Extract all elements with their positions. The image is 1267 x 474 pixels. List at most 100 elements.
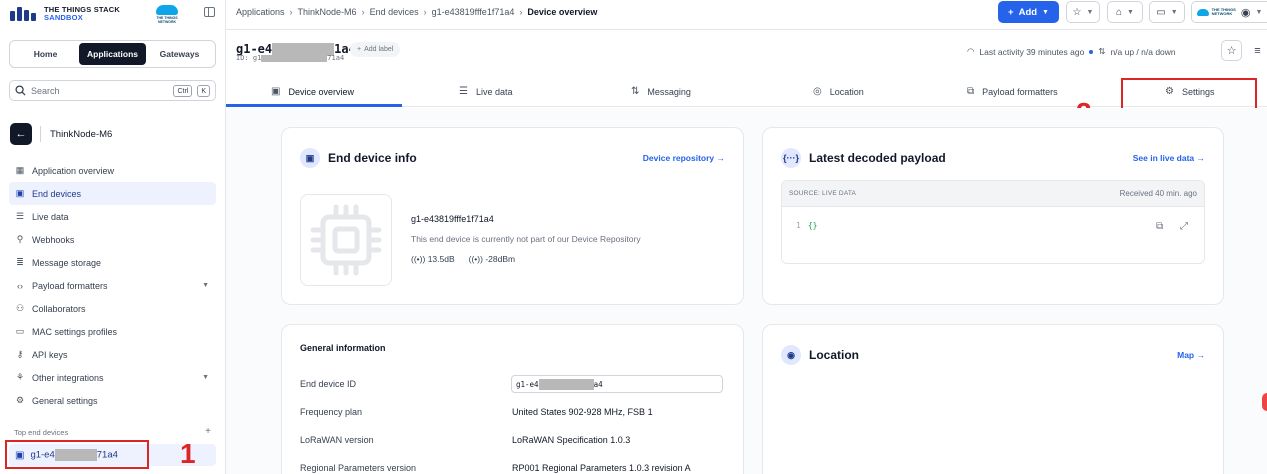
ttn-logo-text-2: NETWORK [157,20,177,24]
add-button-label: Add [1018,6,1038,18]
add-icon[interactable]: + [205,426,211,437]
breadcrumb-applications[interactable]: Applications [236,7,285,17]
switch-applications[interactable]: Applications [79,43,146,65]
field-label: End device ID [300,379,357,389]
frequency-plan-value: United States 902-928 MHz, FSB 1 [512,407,653,417]
chevron-down-icon: ▼ [1127,8,1134,16]
tab-label: Messaging [647,86,691,97]
menu-button[interactable]: ≡ [1247,40,1267,61]
sidebar-item-live-data[interactable]: ☰ Live data [9,205,216,228]
sliders-icon: ▭ [15,326,25,336]
breadcrumb: Applications › ThinkNode-M6 › End devices ›… [236,7,598,17]
sidebar-item-message-storage[interactable]: ≣ Message storage [9,251,216,274]
webhook-icon: ⚲ [16,234,24,244]
sidebar-item-label: Other integrations [32,372,104,383]
device-id-start: ID: g1 [236,54,262,62]
account-logo-text-2: NETWORK [1211,11,1233,16]
sidebar-item-api-keys[interactable]: ⚷ API keys [9,343,216,366]
tab-device-overview[interactable]: ▣ Device overview [271,76,354,107]
snr-value: 13.5dB [427,254,455,264]
main-content: ▣ End device info Device repository → g1-… [226,108,1267,474]
chip-icon: ▣ [15,188,25,198]
breadcrumb-application[interactable]: ThinkNode-M6 [298,7,357,17]
field-label: Regional Parameters version [300,463,417,473]
user-avatar-icon: ◉ [1240,6,1251,19]
switch-home[interactable]: Home [12,43,79,65]
chip-icon [310,204,382,276]
device-id-subtitle: ID: g1 71a4 [236,54,344,62]
sidebar-item-application-overview[interactable]: ▦ Application overview [9,159,216,182]
copy-icon[interactable]: ⧉ [1156,221,1163,232]
breadcrumb-device[interactable]: g1-e43819fffe1f71a4 [432,7,515,17]
switch-gateways[interactable]: Gateways [146,43,213,65]
traffic-text: n/a up / n/a down [1110,46,1176,57]
add-label-button[interactable]: + Add label [350,42,401,57]
sidebar-item-other-integrations[interactable]: ⚘ Other integrations ▼ [9,366,216,389]
feedback-widget-icon[interactable] [1262,393,1267,411]
sidebar-item-label: General settings [32,395,98,406]
cloud-icon [156,5,178,15]
chevron-down-icon: ▼ [1170,8,1178,16]
expand-icon[interactable]: ⤢ [1180,221,1188,232]
list-icon: ☰ [459,86,468,97]
cloud-icon [1196,8,1209,16]
top-end-devices-label: Top end devices [14,428,69,437]
tab-label: Device overview [288,86,354,97]
rssi-value: -28dBm [485,254,516,264]
device-id-end: 71a4 [327,54,345,62]
redacted-block [538,378,594,390]
tab-location[interactable]: ◎ Location [813,76,864,107]
device-repository-link[interactable]: Device repository → [643,153,725,163]
pin-icon: ◉ [781,345,801,365]
list-icon: ☰ [15,211,25,221]
line-number: 1 [796,221,801,230]
chevron-down-icon: ▼ [1086,8,1094,16]
brand-logo[interactable]: THE THINGS STACK SANDBOX [10,4,120,24]
end-device-id-field[interactable]: g1-e4 a4 [511,375,723,393]
sidebar-item-end-devices[interactable]: ▣ End devices [9,182,216,205]
sidebar: THE THINGS STACK SANDBOX THE THINGS NETW… [0,0,226,474]
braces-icon: {···} [781,148,801,168]
sidebar-item-general-settings[interactable]: ⚙ General settings [9,389,216,412]
search-input[interactable]: Search Ctrl K [9,80,216,101]
plug-icon: ⚘ [15,372,25,382]
bookmarks-button[interactable]: ☆ ▼ [1066,1,1100,23]
plus-icon: + [357,46,362,53]
search-icon [15,85,26,96]
sidebar-item-label: Application overview [32,165,115,176]
tags-button[interactable]: ⌂ ▼ [1107,1,1143,23]
add-button[interactable]: + Add ▼ [998,1,1059,23]
account-button[interactable]: THE THINGS NETWORK ◉ ▼ [1191,1,1267,23]
notifications-button[interactable]: ▭ ▼ [1149,1,1185,23]
sidebar-item-webhooks[interactable]: ⚲ Webhooks [9,228,216,251]
payload-code: {} [807,221,818,230]
status-dot [1089,49,1094,54]
pin-icon: ◎ [813,86,822,97]
activity-status: ◠ Last activity 39 minutes ago ⇅ n/a up … [967,46,1176,57]
card-title: Latest decoded payload [809,151,946,165]
sidebar-item-collaborators[interactable]: ⚇ Collaborators [9,297,216,320]
brand-subtitle: SANDBOX [44,13,83,22]
payload-source: SOURCE: LIVE DATA [789,190,857,197]
breadcrumb-end-devices[interactable]: End devices [370,7,419,17]
chip-icon: ▣ [300,148,320,168]
tab-messaging[interactable]: ⇅ Messaging [631,76,691,107]
see-live-data-link[interactable]: See in live data → [1133,153,1205,163]
sidebar-item-label: End devices [32,188,82,199]
tab-live-data[interactable]: ☰ Live data [459,76,513,107]
sidebar-item-mac-settings-profiles[interactable]: ▭ MAC settings profiles [9,320,216,343]
location-card: ◉ Location Map → [762,324,1224,474]
sidebar-collapse-icon[interactable] [204,7,215,17]
signal-icon: ◠ [967,46,975,56]
sidebar-item-payload-formatters[interactable]: ‹› Payload formatters ▼ [9,274,216,297]
arrows-icon: ⇅ [631,86,640,97]
updown-arrows-icon: ⇅ [1098,46,1106,56]
star-button[interactable]: ☆ [1221,40,1242,61]
map-link[interactable]: Map → [1177,350,1205,360]
back-arrow-button[interactable]: ← [10,123,32,145]
grid-icon: ▦ [15,165,25,175]
chip-icon: ▣ [271,86,281,97]
chevron-down-icon: ▼ [202,282,209,289]
shortcut-key-k: K [197,84,210,97]
tab-payload-formatters[interactable]: ⧉ Payload formatters [967,76,1058,107]
